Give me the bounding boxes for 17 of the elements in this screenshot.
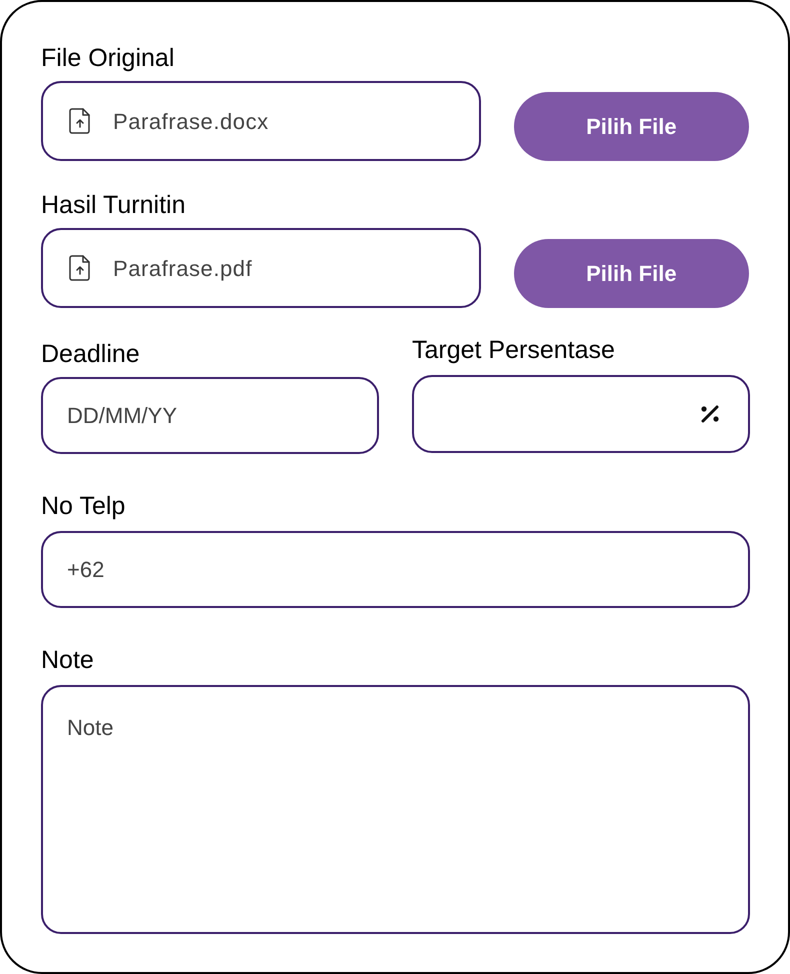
file-upload-icon bbox=[69, 255, 91, 281]
note-field[interactable]: Note bbox=[41, 685, 750, 934]
choose-file-button[interactable]: Pilih File bbox=[514, 92, 749, 160]
percent-icon bbox=[700, 405, 720, 423]
file-original-field[interactable]: Parafrase.docx bbox=[41, 81, 481, 161]
field-label: No Telp bbox=[41, 494, 126, 519]
deadline-field[interactable]: DD/MM/YY bbox=[41, 377, 379, 454]
turnitin-file-field[interactable]: Parafrase.pdf bbox=[41, 228, 481, 308]
field-label: Target Persentase bbox=[412, 338, 616, 363]
file-upload-icon bbox=[69, 108, 91, 134]
field-label: File Original bbox=[41, 46, 176, 71]
choose-file-button[interactable]: Pilih File bbox=[514, 238, 749, 308]
field-label: Note bbox=[41, 648, 95, 673]
target-percentage-field[interactable] bbox=[412, 375, 750, 453]
field-label: Deadline bbox=[41, 342, 141, 367]
field-label: Hasil Turnitin bbox=[41, 193, 186, 218]
phone-field[interactable]: +62 bbox=[41, 531, 750, 608]
